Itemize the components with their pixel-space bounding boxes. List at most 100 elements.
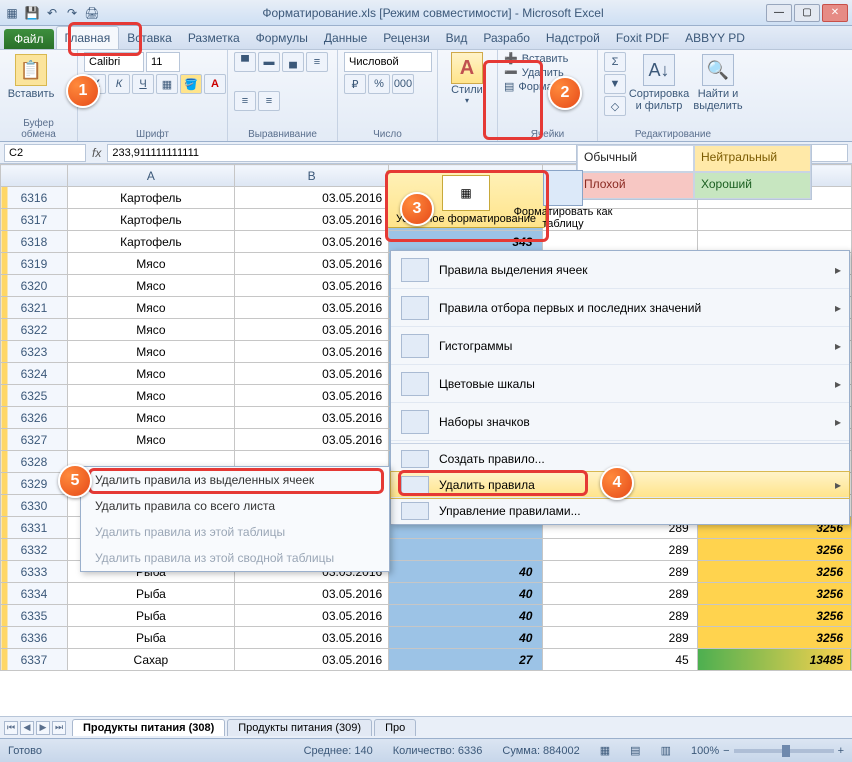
style-good[interactable]: Хороший: [694, 172, 811, 199]
tab-file[interactable]: Файл: [4, 29, 54, 49]
cell[interactable]: 03.05.2016: [234, 627, 388, 649]
col-header-B[interactable]: B: [234, 165, 388, 187]
tab-abbyy[interactable]: ABBYY PD: [677, 27, 753, 49]
row-header[interactable]: 6321: [1, 297, 68, 319]
zoom-slider[interactable]: [734, 749, 834, 753]
tab-insert[interactable]: Вставка: [119, 27, 180, 49]
tab-layout[interactable]: Разметка: [180, 27, 248, 49]
tab-formulas[interactable]: Формулы: [248, 27, 316, 49]
cell[interactable]: 289: [543, 539, 697, 561]
row-header[interactable]: 6316: [1, 187, 68, 209]
cf-manage-rules[interactable]: Управление правилами...: [391, 498, 849, 524]
cell[interactable]: Рыба: [67, 627, 234, 649]
align-center-button[interactable]: ≡: [234, 91, 256, 111]
cell[interactable]: Мясо: [67, 363, 234, 385]
cell[interactable]: 13485: [697, 649, 851, 671]
cell[interactable]: 27: [389, 649, 543, 671]
find-select-button[interactable]: 🔍Найти и выделить: [692, 52, 744, 114]
cell[interactable]: 03.05.2016: [234, 429, 388, 451]
redo-icon[interactable]: ↷: [64, 5, 80, 21]
cell[interactable]: 3256: [697, 583, 851, 605]
cell[interactable]: Мясо: [67, 319, 234, 341]
cell[interactable]: Рыба: [67, 605, 234, 627]
tab-addins[interactable]: Надстрой: [538, 27, 608, 49]
currency-button[interactable]: ₽: [344, 74, 366, 94]
cf-icon-sets[interactable]: Наборы значков▸: [391, 403, 849, 441]
row-header[interactable]: 6323: [1, 341, 68, 363]
zoom-out-icon[interactable]: −: [723, 745, 729, 757]
format-as-table-button[interactable]: Форматировать как таблицу: [508, 170, 618, 230]
cell[interactable]: 40: [389, 583, 543, 605]
cell[interactable]: 03.05.2016: [234, 341, 388, 363]
row-header[interactable]: 6326: [1, 407, 68, 429]
align-right-button[interactable]: ≡: [258, 91, 280, 111]
font-name-combo[interactable]: Calibri: [84, 52, 144, 72]
cf-highlight-rules[interactable]: Правила выделения ячеек▸: [391, 251, 849, 289]
zoom-in-icon[interactable]: +: [838, 745, 844, 757]
table-row[interactable]: 6334Рыба03.05.2016402893256: [1, 583, 852, 605]
cell[interactable]: 289: [543, 627, 697, 649]
cell[interactable]: 03.05.2016: [234, 407, 388, 429]
close-button[interactable]: ✕: [822, 4, 848, 22]
cf-top-bottom-rules[interactable]: Правила отбора первых и последних значен…: [391, 289, 849, 327]
align-bot-button[interactable]: ▄: [282, 52, 304, 72]
row-header[interactable]: 6327: [1, 429, 68, 451]
row-header[interactable]: 6317: [1, 209, 68, 231]
view-layout-icon[interactable]: ▤: [630, 744, 640, 757]
cell[interactable]: 03.05.2016: [234, 319, 388, 341]
cell[interactable]: 03.05.2016: [234, 297, 388, 319]
cell[interactable]: 3256: [697, 539, 851, 561]
italic-button[interactable]: К: [108, 74, 130, 94]
style-neutral[interactable]: Нейтральный: [694, 145, 811, 172]
autosum-button[interactable]: Σ: [604, 52, 626, 72]
row-header[interactable]: 6318: [1, 231, 68, 253]
sheet-tab-2[interactable]: Продукты питания (309): [227, 719, 372, 736]
view-pagebreak-icon[interactable]: ▥: [661, 744, 671, 757]
tab-view[interactable]: Вид: [438, 27, 476, 49]
row-header[interactable]: 6332: [1, 539, 68, 561]
cell[interactable]: 03.05.2016: [234, 187, 388, 209]
cell[interactable]: Мясо: [67, 253, 234, 275]
table-row[interactable]: 6336Рыба03.05.2016402893256: [1, 627, 852, 649]
align-left-button[interactable]: ≡: [306, 52, 328, 72]
cf-color-scales[interactable]: Цветовые шкалы▸: [391, 365, 849, 403]
cell[interactable]: 03.05.2016: [234, 605, 388, 627]
fx-icon[interactable]: fx: [92, 146, 101, 160]
cell[interactable]: 03.05.2016: [234, 209, 388, 231]
cell[interactable]: 3256: [697, 561, 851, 583]
delete-cells-button[interactable]: ➖Удалить: [504, 66, 564, 79]
cell[interactable]: Рыба: [67, 583, 234, 605]
cell[interactable]: 40: [389, 561, 543, 583]
sheet-nav[interactable]: ⏮◀▶⏭: [0, 721, 70, 735]
save-icon[interactable]: 💾: [24, 5, 40, 21]
tab-dev[interactable]: Разрабо: [475, 27, 538, 49]
cell[interactable]: 03.05.2016: [234, 649, 388, 671]
cell[interactable]: Мясо: [67, 341, 234, 363]
cell[interactable]: 03.05.2016: [234, 231, 388, 253]
cell[interactable]: 289: [543, 583, 697, 605]
clear-rules-selection[interactable]: Удалить правила из выделенных ячеек: [81, 467, 389, 493]
cell[interactable]: 40: [389, 605, 543, 627]
insert-cells-button[interactable]: ➕Вставить: [504, 52, 568, 65]
cell[interactable]: 03.05.2016: [234, 253, 388, 275]
underline-button[interactable]: Ч: [132, 74, 154, 94]
cf-data-bars[interactable]: Гистограммы▸: [391, 327, 849, 365]
table-row[interactable]: 6335Рыба03.05.2016402893256: [1, 605, 852, 627]
font-color-button[interactable]: A: [204, 74, 226, 94]
percent-button[interactable]: %: [368, 74, 390, 94]
minimize-button[interactable]: —: [766, 4, 792, 22]
row-header[interactable]: 6325: [1, 385, 68, 407]
cell[interactable]: 3256: [697, 605, 851, 627]
clear-button[interactable]: ◇: [604, 96, 626, 116]
row-header[interactable]: 6336: [1, 627, 68, 649]
cell[interactable]: Картофель: [67, 187, 234, 209]
print-icon[interactable]: 🖨: [84, 5, 100, 21]
table-row[interactable]: 6337Сахар03.05.2016274513485: [1, 649, 852, 671]
cell[interactable]: 289: [543, 605, 697, 627]
tab-foxit[interactable]: Foxit PDF: [608, 27, 677, 49]
cell[interactable]: Картофель: [67, 209, 234, 231]
fill-button[interactable]: ▼: [604, 74, 626, 94]
cell[interactable]: [697, 209, 851, 231]
sheet-tab-3[interactable]: Про: [374, 719, 416, 736]
cell[interactable]: 03.05.2016: [234, 363, 388, 385]
